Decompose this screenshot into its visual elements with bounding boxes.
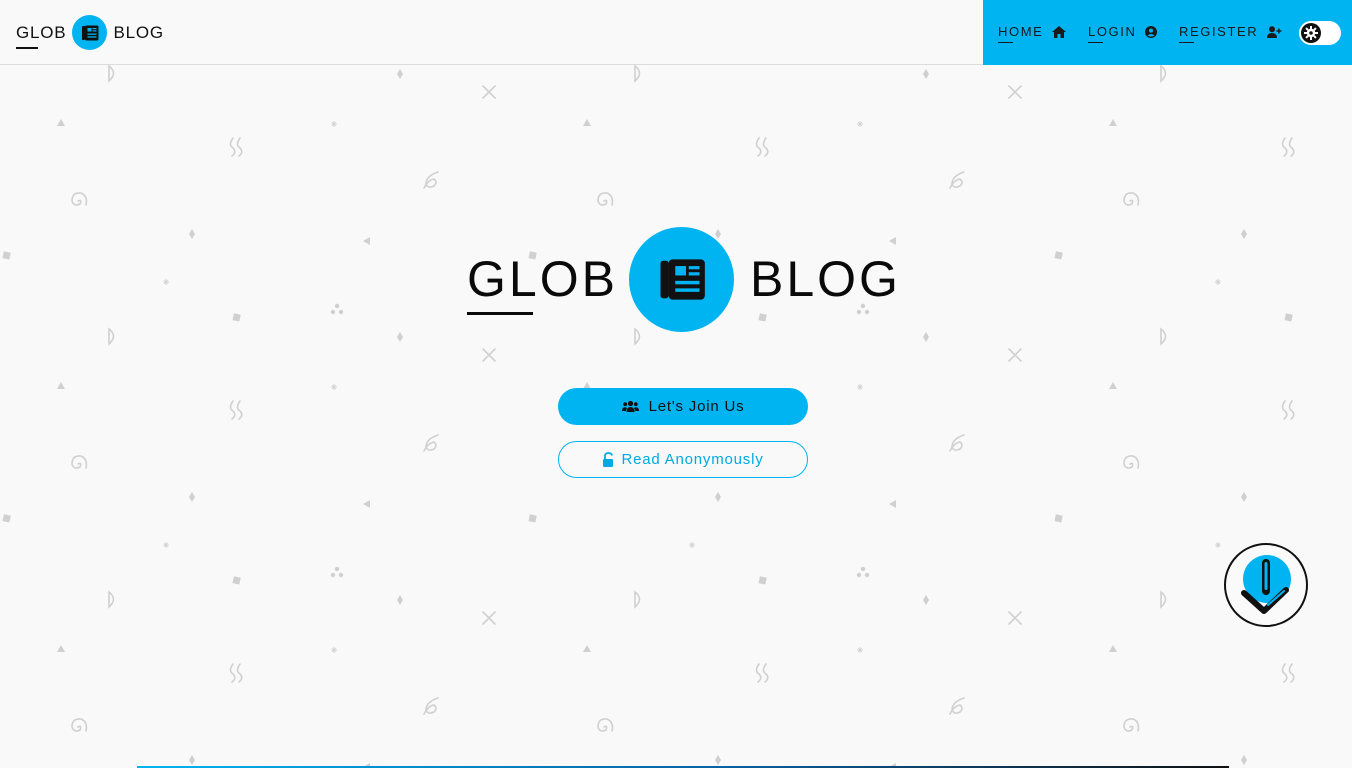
read-anonymously-label: Read Anonymously — [621, 451, 764, 468]
brand-logo[interactable]: GLOB BLOG — [16, 15, 164, 50]
join-button[interactable]: Let's Join Us — [558, 388, 808, 425]
users-icon — [621, 400, 639, 413]
hero-logo: GLOB BLOG — [467, 227, 898, 332]
nav-login-label: LOGIN — [1088, 24, 1137, 43]
join-button-label: Let's Join Us — [648, 398, 745, 415]
nav-home[interactable]: HOME — [998, 24, 1067, 43]
hero-word-glob: GLOB — [467, 251, 618, 307]
gear-icon — [1301, 23, 1321, 43]
nav-login[interactable]: LOGIN — [1088, 24, 1158, 43]
newspaper-icon — [629, 227, 734, 332]
brand-word-glob: GLOB — [16, 22, 67, 49]
user-circle-icon — [1145, 25, 1158, 38]
arrow-down-icon — [1240, 555, 1292, 615]
hero-underline — [467, 312, 533, 315]
lock-open-icon — [602, 451, 616, 468]
hero-word-blog: BLOG — [750, 251, 901, 307]
brand-word-blog: BLOG — [113, 22, 164, 42]
user-plus-icon — [1267, 25, 1282, 38]
newspaper-icon — [72, 15, 108, 50]
home-icon — [1052, 25, 1067, 38]
top-navbar: GLOB BLOG HOME LOGIN REGISTER — [0, 0, 1352, 65]
nav-home-label: HOME — [998, 24, 1044, 43]
nav-menu: HOME LOGIN REGISTER — [983, 0, 1352, 65]
theme-toggle[interactable] — [1299, 21, 1341, 45]
background-pattern — [2, 64, 1295, 768]
scroll-down-button[interactable] — [1224, 543, 1308, 627]
read-anonymously-button[interactable]: Read Anonymously — [558, 441, 808, 478]
nav-register-label: REGISTER — [1179, 24, 1259, 43]
nav-register[interactable]: REGISTER — [1179, 24, 1282, 43]
